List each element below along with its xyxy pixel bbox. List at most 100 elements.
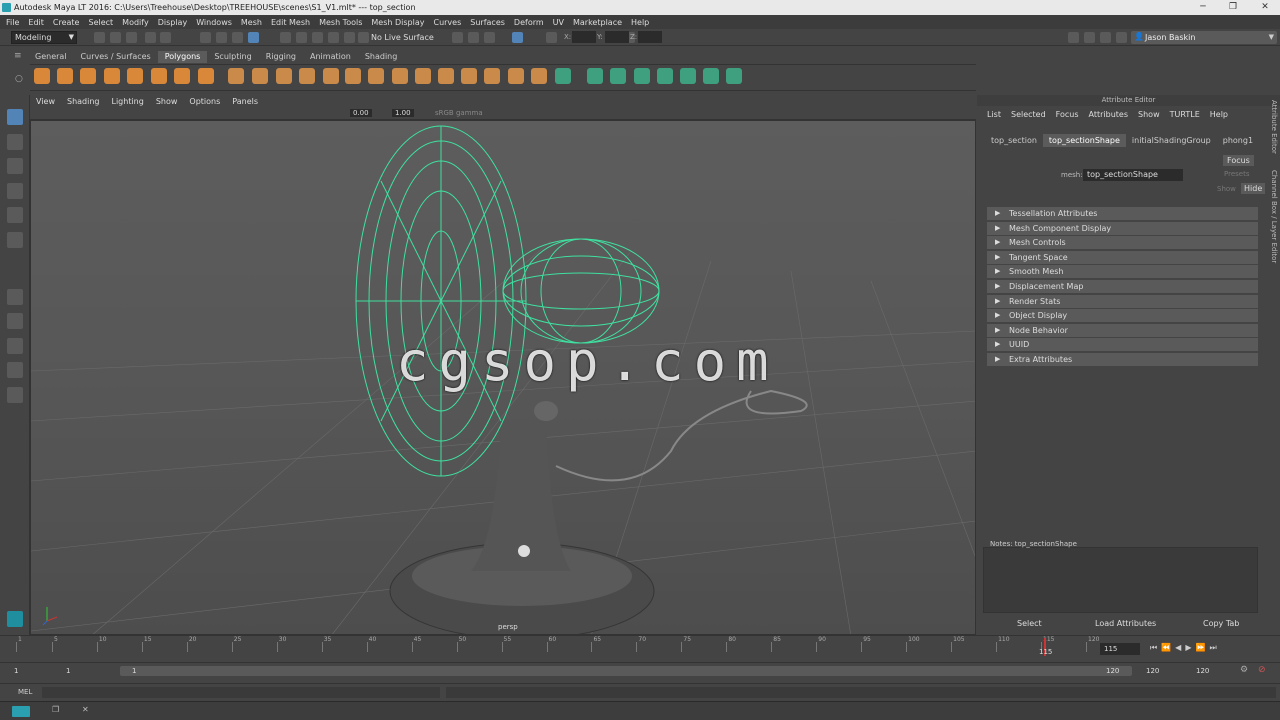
menu-edit[interactable]: Edit (28, 18, 44, 27)
ae-menu-selected[interactable]: Selected (1011, 110, 1046, 119)
maya-window-icon[interactable] (12, 706, 30, 717)
menu-file[interactable]: File (6, 18, 19, 27)
menu-mesh-tools[interactable]: Mesh Tools (319, 18, 362, 27)
shelf-polygon-tool-icon[interactable] (438, 68, 454, 84)
statusline-tool-icon[interactable] (280, 32, 291, 43)
range-bar[interactable]: 1 120 (120, 666, 1132, 676)
shelf-polygon-tool-icon[interactable] (345, 68, 361, 84)
shelf-polygon-tool-icon[interactable] (726, 68, 742, 84)
shelf-polygon-tool-icon[interactable] (587, 68, 603, 84)
ae-section-tangent-space[interactable]: ▶ Tangent Space (987, 250, 1258, 264)
ae-section-tessellation-attributes[interactable]: ▶ Tessellation Attributes (987, 207, 1258, 220)
shelf-polygon-tool-icon[interactable] (680, 68, 696, 84)
menu-display[interactable]: Display (158, 18, 188, 27)
panel-menu-panels[interactable]: Panels (232, 97, 258, 106)
statusline-tool-icon[interactable] (344, 32, 355, 43)
focus-button[interactable]: Focus (1223, 155, 1254, 166)
ae-section-node-behavior[interactable]: ▶ Node Behavior (987, 323, 1258, 337)
copy-tab-button[interactable]: Copy Tab (1203, 619, 1239, 628)
statusline-tool-icon[interactable] (452, 32, 463, 43)
shelf-polygon-tool-icon[interactable] (415, 68, 431, 84)
shelf-polygon-tool-icon[interactable] (174, 68, 190, 84)
statusline-tool-icon[interactable] (110, 32, 121, 43)
shelf-polygon-tool-icon[interactable] (610, 68, 626, 84)
paint-select-icon[interactable] (7, 158, 23, 174)
statusline-tool-icon[interactable] (248, 32, 259, 43)
play-forward-icon[interactable]: ▶ (1185, 643, 1191, 653)
panel-menu-lighting[interactable]: Lighting (111, 97, 143, 106)
menu-edit-mesh[interactable]: Edit Mesh (271, 18, 310, 27)
shelf-polygon-tool-icon[interactable] (368, 68, 384, 84)
panel-layout-icon[interactable] (1068, 32, 1079, 43)
step-back-icon[interactable]: ⏪ (1161, 643, 1171, 653)
layout-two-icon[interactable] (7, 338, 23, 354)
ae-section-displacement-map[interactable]: ▶ Displacement Map (987, 280, 1258, 293)
attribute-editor-side-tab[interactable]: Attribute Editor (1268, 100, 1278, 164)
shelf-polygon-tool-icon[interactable] (299, 68, 315, 84)
shelf-tab-sculpting[interactable]: Sculpting (207, 51, 258, 63)
shelf-tab-shading[interactable]: Shading (358, 51, 405, 63)
statusline-tool-icon[interactable] (160, 32, 171, 43)
start-time-field[interactable]: 1 (14, 667, 18, 675)
statusline-tool-icon[interactable] (468, 32, 479, 43)
lasso-tool-icon[interactable] (7, 134, 23, 150)
shelf-polygon-tool-icon[interactable] (34, 68, 50, 84)
statusline-tool-icon[interactable] (328, 32, 339, 43)
statusline-tool-icon[interactable] (358, 32, 369, 43)
panel-menu-view[interactable]: View (36, 97, 55, 106)
hide-button[interactable]: Hide (1241, 183, 1266, 194)
load-attributes-button[interactable]: Load Attributes (1095, 619, 1156, 628)
ae-menu-help[interactable]: Help (1210, 110, 1228, 119)
statusline-tool-icon[interactable] (200, 32, 211, 43)
ae-tab-top-section[interactable]: top_section (985, 134, 1043, 147)
shelf-polygon-tool-icon[interactable] (228, 68, 244, 84)
ae-menu-attributes[interactable]: Attributes (1089, 110, 1129, 119)
menu-help[interactable]: Help (631, 18, 649, 27)
shelf-polygon-tool-icon[interactable] (323, 68, 339, 84)
presets-button[interactable]: Presets (1224, 170, 1249, 178)
layout-graph-icon[interactable] (7, 387, 23, 403)
go-to-end-icon[interactable]: ⏭ (1209, 643, 1216, 653)
shelf-polygon-tool-icon[interactable] (461, 68, 477, 84)
select-tool-icon[interactable] (7, 109, 23, 125)
menu-windows[interactable]: Windows (196, 18, 232, 27)
menu-surfaces[interactable]: Surfaces (470, 18, 505, 27)
shelf-tab-curves-surfaces[interactable]: Curves / Surfaces (74, 51, 158, 63)
menu-create[interactable]: Create (53, 18, 80, 27)
restore-icon[interactable]: ❐ (1218, 0, 1248, 15)
ae-section-mesh-component-display[interactable]: ▶ Mesh Component Display (987, 221, 1258, 235)
ae-tab-top-sectionshape[interactable]: top_sectionShape (1042, 134, 1126, 147)
menu-deform[interactable]: Deform (514, 18, 544, 27)
shelf-polygon-tool-icon[interactable] (657, 68, 673, 84)
shelf-polygon-tool-icon[interactable] (392, 68, 408, 84)
close-icon[interactable]: ✕ (82, 705, 89, 714)
end-time-field[interactable]: 120 (1196, 667, 1209, 675)
ae-section-render-stats[interactable]: ▶ Render Stats (987, 294, 1258, 308)
mesh-name-field[interactable]: top_sectionShape (1083, 169, 1183, 181)
shelf-tab-rigging[interactable]: Rigging (259, 51, 303, 63)
anim-prefs-icon[interactable]: ⚙ (1240, 665, 1248, 675)
shelf-polygon-tool-icon[interactable] (634, 68, 650, 84)
panel-layout-icon[interactable] (1116, 32, 1127, 43)
shelf-gear-icon[interactable]: ○ (15, 74, 23, 84)
ae-menu-focus[interactable]: Focus (1056, 110, 1079, 119)
shelf-polygon-tool-icon[interactable] (555, 68, 571, 84)
shelf-tab-general[interactable]: General (28, 51, 74, 63)
shelf-polygon-tool-icon[interactable] (531, 68, 547, 84)
shelf-polygon-tool-icon[interactable] (276, 68, 292, 84)
shelf-polygon-tool-icon[interactable] (252, 68, 268, 84)
step-forward-icon[interactable]: ⏩ (1195, 643, 1205, 653)
menu-mesh-display[interactable]: Mesh Display (371, 18, 424, 27)
panel-menu-shading[interactable]: Shading (67, 97, 100, 106)
notes-area[interactable]: Notes: top_sectionShape (983, 540, 1258, 613)
layout-outliner-icon[interactable] (7, 362, 23, 378)
statusline-tool-icon[interactable] (216, 32, 227, 43)
shelf-tab-animation[interactable]: Animation (303, 51, 358, 63)
menu-select[interactable]: Select (88, 18, 113, 27)
shelf-tab-polygons[interactable]: Polygons (157, 51, 208, 63)
mel-label[interactable]: MEL (18, 688, 32, 696)
shelf-polygon-tool-icon[interactable] (151, 68, 167, 84)
menu-curves[interactable]: Curves (433, 18, 461, 27)
ae-menu-turtle[interactable]: TURTLE (1170, 110, 1200, 119)
panel-menu-show[interactable]: Show (156, 97, 178, 106)
